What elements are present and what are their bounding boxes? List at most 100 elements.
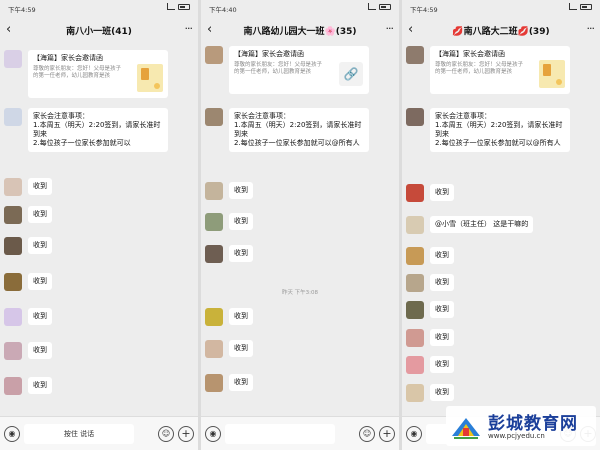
avatar[interactable] [4, 237, 22, 255]
avatar[interactable] [406, 274, 424, 292]
invitation-card[interactable]: 【海篇】家长会邀请函 尊敬的家长朋友：您好！父母是孩子的第一任老师，幼儿园教育是… [430, 46, 570, 94]
avatar[interactable] [4, 206, 22, 224]
avatar[interactable] [406, 301, 424, 319]
more-icon[interactable]: ··· [185, 22, 193, 35]
reply-bubble[interactable]: 收到 [229, 374, 253, 391]
battery-icon [580, 3, 592, 10]
emoji-icon[interactable]: ☺ [359, 426, 375, 442]
reply-bubble[interactable]: 收到 [229, 213, 253, 230]
reply-bubble[interactable]: 收到 [229, 308, 253, 325]
avatar[interactable] [205, 374, 223, 392]
avatar[interactable] [205, 308, 223, 326]
emoji-icon[interactable]: ☺ [158, 426, 174, 442]
reply-bubble[interactable]: 收到 [28, 206, 52, 223]
chat-screen-2: 下午4:40 ‹ 南八路幼儿园大一班🌸(35) ··· 【海篇】家长会邀请函 尊… [201, 0, 399, 450]
back-icon[interactable]: ‹ [207, 22, 212, 37]
hold-to-talk-button[interactable]: 按住 说话 [24, 424, 134, 444]
plus-icon[interactable]: + [379, 426, 395, 442]
reply-bubble[interactable]: 收到 [430, 301, 454, 318]
reply-bubble[interactable]: 收到 [28, 342, 52, 359]
more-icon[interactable]: ··· [587, 22, 595, 35]
plus-icon[interactable]: + [178, 426, 194, 442]
avatar[interactable] [205, 182, 223, 200]
avatar[interactable] [406, 46, 424, 64]
avatar[interactable] [4, 377, 22, 395]
avatar[interactable] [406, 216, 424, 234]
avatar[interactable] [205, 46, 223, 64]
status-time: 下午4:40 [209, 6, 237, 14]
back-icon[interactable]: ‹ [408, 22, 413, 37]
reply-bubble[interactable]: 收到 [430, 247, 454, 264]
invitation-card[interactable]: 【海篇】家长会邀请函 尊敬的家长朋友：您好！父母是孩子的第一任老师，幼儿园教育是… [229, 46, 369, 94]
watermark-name: 彭城教育网 [488, 414, 578, 434]
reply-bubble[interactable]: 收到 [430, 329, 454, 346]
chat-screen-1: 下午4:59 ‹ 南八小一班(41) ··· 【海篇】家长会邀请函 尊敬的家长朋… [0, 0, 198, 450]
avatar[interactable] [406, 108, 424, 126]
invitation-card[interactable]: 【海篇】家长会邀请函 尊敬的家长朋友：您好！父母是孩子的第一任老师，幼儿园教育是… [28, 50, 168, 98]
status-bar: 下午4:59 [0, 0, 198, 16]
chat-screen-3: 下午4:59 ‹ 💋南八路大二班💋(39) ··· 【海篇】家长会邀请函 尊敬的… [402, 0, 600, 450]
avatar[interactable] [406, 384, 424, 402]
avatar[interactable] [4, 178, 22, 196]
message-input[interactable] [225, 424, 335, 444]
site-watermark: 彭城教育网 www.pcjyedu.cn [446, 406, 596, 446]
card-title: 【海篇】家长会邀请函 [33, 54, 103, 62]
status-bar: 下午4:40 [201, 0, 399, 16]
reply-bubble[interactable]: 收到 [229, 182, 253, 199]
back-icon[interactable]: ‹ [6, 22, 11, 37]
reply-bubble[interactable]: 收到 [430, 356, 454, 373]
avatar[interactable] [4, 108, 22, 126]
avatar[interactable] [4, 342, 22, 360]
card-title: 【海篇】家长会邀请函 [234, 50, 304, 58]
list-item: 【海篇】家长会邀请函 尊敬的家长朋友：您好！父母是孩子的第一任老师，幼儿园教育是… [4, 50, 194, 102]
battery-icon [379, 3, 391, 10]
avatar[interactable] [205, 108, 223, 126]
reply-bubble[interactable]: 收到 [229, 340, 253, 357]
reply-bubble[interactable]: 收到 [430, 274, 454, 291]
chat-header: ‹ 南八路幼儿园大一班🌸(35) ··· [201, 18, 399, 42]
reply-bubble[interactable]: 收到 [28, 308, 52, 325]
chat-title: 南八路幼儿园大一班🌸(35) [243, 27, 357, 37]
link-icon: 🔗 [339, 62, 363, 86]
list-item: 【海篇】家长会邀请函 尊敬的家长朋友：您好！父母是孩子的第一任老师，幼儿园教育是… [406, 46, 596, 98]
reply-bubble[interactable]: 收到 [28, 178, 52, 195]
mention-reply-bubble[interactable]: @小雪（班主任） 这是干嘛的 [430, 216, 534, 233]
avatar[interactable] [406, 247, 424, 265]
voice-icon[interactable]: ◉ [4, 426, 20, 442]
avatar[interactable] [4, 50, 22, 68]
reply-bubble[interactable]: 收到 [229, 245, 253, 262]
message-list[interactable]: 【海篇】家长会邀请函 尊敬的家长朋友：您好！父母是孩子的第一任老师，幼儿园教育是… [402, 42, 600, 416]
notice-bubble[interactable]: 家长会注意事项： 1.本周五（明天）2:20签到，请家长准时到来 2.每位孩子一… [28, 108, 168, 152]
card-desc: 尊敬的家长朋友：您好！父母是孩子的第一任老师，幼儿园教育是孩 [33, 66, 122, 79]
reply-bubble[interactable]: 收到 [430, 184, 454, 201]
card-title: 【海篇】家长会邀请函 [435, 50, 505, 58]
avatar[interactable] [205, 340, 223, 358]
avatar[interactable] [406, 329, 424, 347]
list-item: 【海篇】家长会邀请函 尊敬的家长朋友：您好！父母是孩子的第一任老师，幼儿园教育是… [205, 46, 395, 98]
more-icon[interactable]: ··· [386, 22, 394, 35]
avatar[interactable] [406, 184, 424, 202]
chat-header: ‹ 南八小一班(41) ··· [0, 18, 198, 42]
avatar[interactable] [205, 245, 223, 263]
avatar[interactable] [4, 308, 22, 326]
reply-bubble[interactable]: 收到 [28, 273, 52, 290]
status-time: 下午4:59 [8, 6, 36, 14]
notice-bubble[interactable]: 家长会注意事项： 1.本周五（明天）2:20签到，请家长准时到来 2.每位孩子一… [229, 108, 369, 152]
reply-bubble[interactable]: 收到 [28, 237, 52, 254]
voice-icon[interactable]: ◉ [406, 426, 422, 442]
card-desc: 尊敬的家长朋友：您好！父母是孩子的第一任老师，幼儿园教育是孩 [234, 62, 323, 75]
avatar[interactable] [4, 273, 22, 291]
avatar[interactable] [205, 213, 223, 231]
notice-bubble[interactable]: 家长会注意事项： 1.本周五（明天）2:20签到，请家长准时到来 2.每位孩子一… [430, 108, 570, 152]
avatar[interactable] [406, 356, 424, 374]
signal-icon [368, 3, 376, 10]
signal-icon [167, 3, 175, 10]
reply-bubble[interactable]: 收到 [430, 384, 454, 401]
reply-bubble[interactable]: 收到 [28, 377, 52, 394]
chat-header: ‹ 💋南八路大二班💋(39) ··· [402, 18, 600, 42]
voice-icon[interactable]: ◉ [205, 426, 221, 442]
status-bar: 下午4:59 [402, 0, 600, 16]
message-list[interactable]: 【海篇】家长会邀请函 尊敬的家长朋友：您好！父母是孩子的第一任老师，幼儿园教育是… [0, 42, 198, 416]
time-divider: 昨天 下午3:08 [281, 290, 319, 296]
message-list[interactable]: 【海篇】家长会邀请函 尊敬的家长朋友：您好！父母是孩子的第一任老师，幼儿园教育是… [201, 42, 399, 416]
